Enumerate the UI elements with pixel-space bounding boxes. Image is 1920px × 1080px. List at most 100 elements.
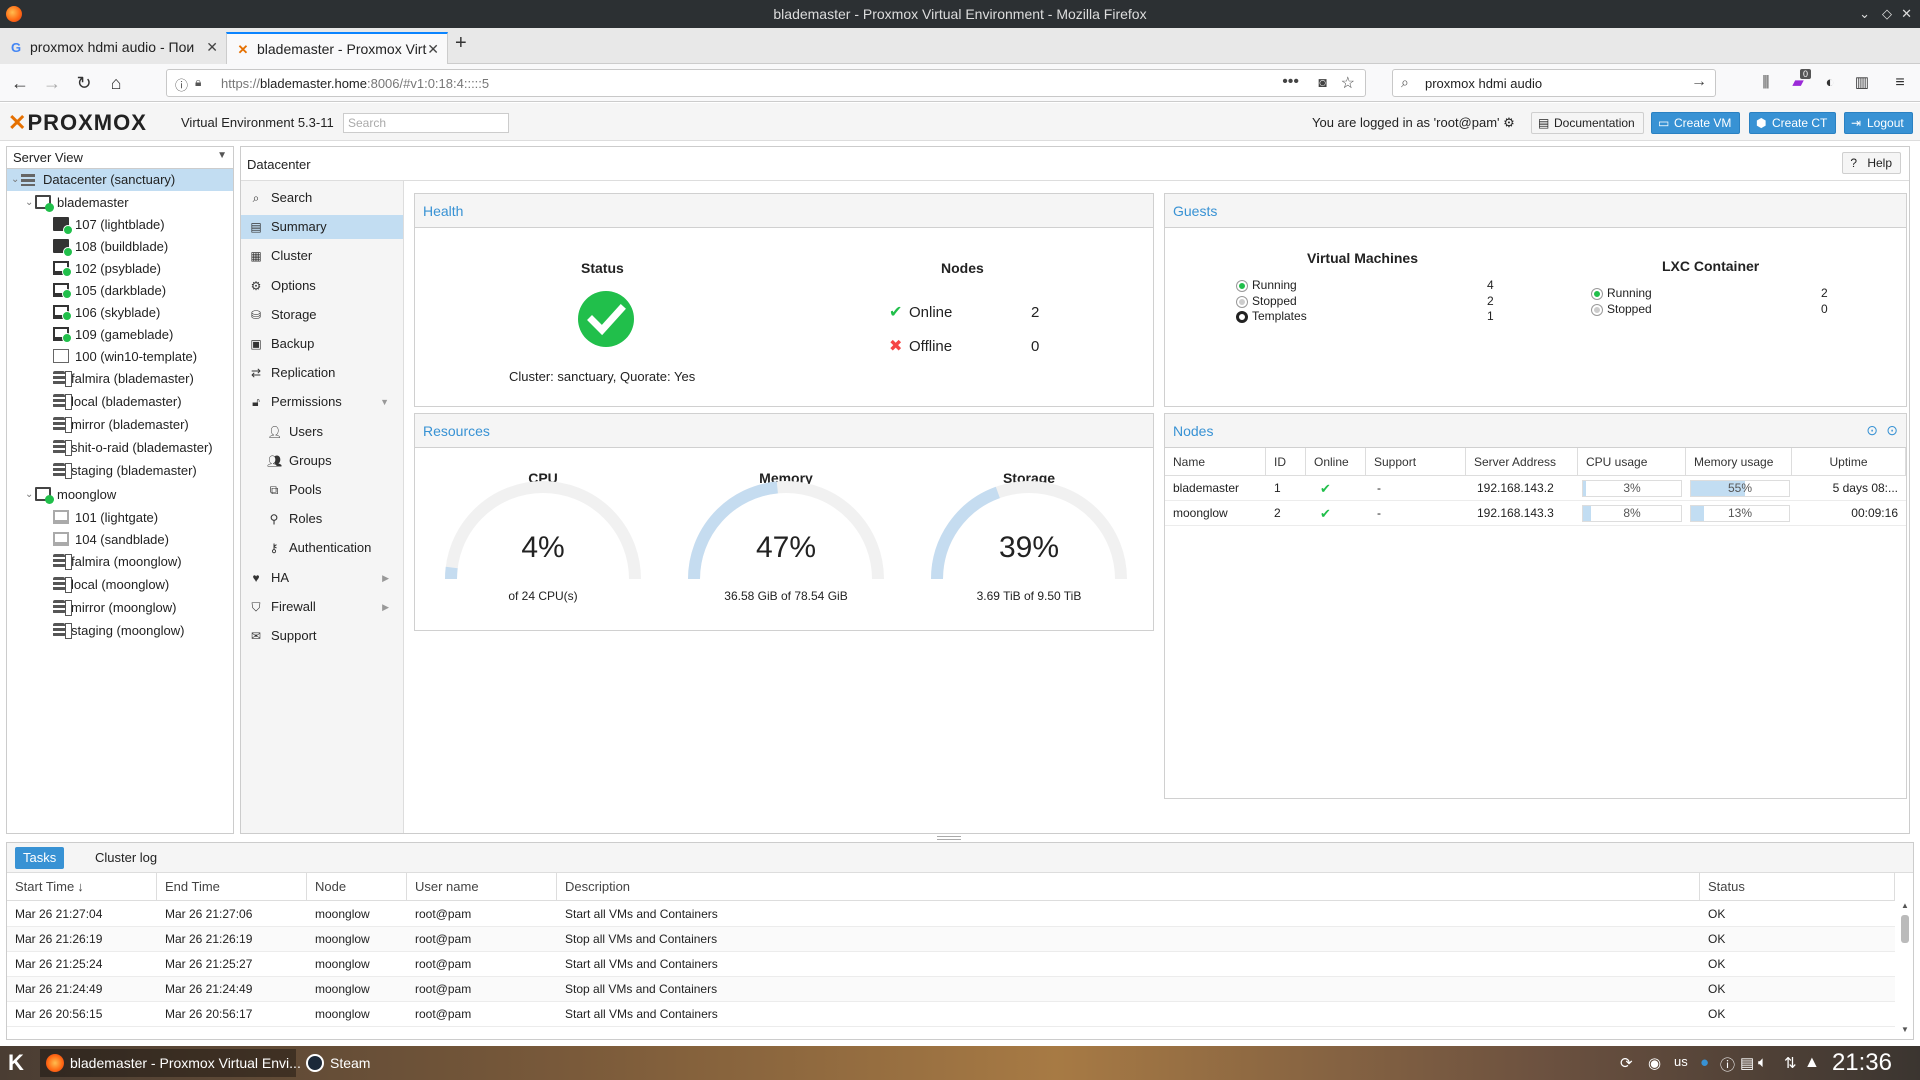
collapse-up-icon[interactable]: ⊙: [1866, 422, 1878, 439]
collapse-down-icon[interactable]: ⊙: [1886, 422, 1898, 439]
tree-item[interactable]: falmira (moonglow): [7, 551, 233, 573]
tasks-col-user-name[interactable]: User name: [407, 873, 557, 901]
create-vm-button[interactable]: ▭ Create VM: [1651, 112, 1741, 134]
reload-icon[interactable]: ↻: [72, 71, 96, 95]
task-row[interactable]: Mar 26 21:24:49 Mar 26 21:24:49 moonglow ro…: [7, 977, 1895, 1002]
tree-item[interactable]: 100 (win10-template): [7, 346, 233, 368]
scroll-thumb[interactable]: [1901, 915, 1909, 943]
menu-item-groups[interactable]: 👥︎ Groups: [241, 449, 403, 473]
task-row[interactable]: Mar 26 21:26:19 Mar 26 21:26:19 moonglow ro…: [7, 927, 1895, 952]
user-gear-icon[interactable]: ⚙: [1503, 115, 1515, 130]
extension-icon[interactable]: ◐: [1818, 71, 1842, 95]
minimize-icon[interactable]: ⌄: [1859, 0, 1870, 28]
logout-button[interactable]: ⇥ Logout: [1844, 112, 1913, 134]
pve-search-input[interactable]: Search: [343, 113, 509, 133]
tasks-col-start-time[interactable]: Start Time ↓: [7, 873, 157, 901]
menu-item-permissions[interactable]: 🔓︎ Permissions ▼: [241, 390, 403, 414]
maximize-icon[interactable]: ◇: [1882, 0, 1892, 28]
tree-item[interactable]: local (moonglow): [7, 574, 233, 596]
tab-tasks[interactable]: Tasks: [15, 847, 65, 869]
home-icon[interactable]: ⌂: [104, 71, 128, 95]
tree-item[interactable]: staging (blademaster): [7, 460, 233, 482]
view-selector[interactable]: Server View ▼: [7, 147, 233, 169]
menu-item-roles[interactable]: ⚲ Roles: [241, 507, 403, 531]
expander-icon[interactable]: ⌄: [25, 484, 33, 506]
expander-icon[interactable]: ⌄: [25, 192, 33, 214]
menu-item-options[interactable]: ⚙ Options: [241, 274, 403, 298]
tree-item[interactable]: 106 (skyblade): [7, 302, 233, 324]
menu-item-search[interactable]: ⌕ Search: [241, 186, 403, 210]
bookmark-star-icon[interactable]: ☆: [1341, 73, 1355, 93]
tree-item[interactable]: ⌄ blademaster: [7, 192, 233, 214]
menu-item-replication[interactable]: ⇄ Replication: [241, 361, 403, 385]
menu-item-users[interactable]: 👤︎ Users: [241, 420, 403, 444]
tasks-col-node[interactable]: Node: [307, 873, 407, 901]
menu-item-firewall[interactable]: ⛉ Firewall ▶: [241, 595, 403, 619]
tree-item[interactable]: 101 (lightgate): [7, 507, 233, 529]
sidebar-toggle-icon[interactable]: ▥: [1850, 71, 1874, 95]
tree-item[interactable]: 102 (psyblade): [7, 258, 233, 280]
nodes-col-uptime[interactable]: Uptime: [1792, 448, 1906, 476]
nodes-col-online[interactable]: Online: [1306, 448, 1366, 476]
tree-item[interactable]: ⌄ Datacenter (sanctuary): [7, 169, 233, 191]
tree-item[interactable]: mirror (blademaster): [7, 414, 233, 436]
node-row[interactable]: moonglow 2 ✔ - 192.168.143.3 8% 13% 00:09:16: [1165, 501, 1906, 526]
tasks-col-end-time[interactable]: End Time: [157, 873, 307, 901]
new-tab-icon[interactable]: +: [455, 32, 467, 55]
browser-tab-proxmox[interactable]: ✕ blademaster - Proxmox Virt ✕: [226, 32, 448, 64]
browser-tab-search[interactable]: G proxmox hdmi audio - Пои ✕: [0, 32, 226, 64]
taskbar-steam[interactable]: Steam: [300, 1049, 410, 1077]
nodes-col-id[interactable]: ID: [1266, 448, 1306, 476]
tab-close-icon[interactable]: ✕: [427, 34, 439, 64]
menu-item-cluster[interactable]: ▦ Cluster: [241, 244, 403, 268]
nodes-col-server-address[interactable]: Server Address: [1466, 448, 1578, 476]
menu-item-backup[interactable]: ▣ Backup: [241, 332, 403, 356]
menu-item-storage[interactable]: ⛁ Storage: [241, 303, 403, 327]
node-row[interactable]: blademaster 1 ✔ - 192.168.143.2 3% 55% 5 days 0…: [1165, 476, 1906, 501]
tree-item[interactable]: 108 (buildblade): [7, 236, 233, 258]
tree-item[interactable]: 109 (gameblade): [7, 324, 233, 346]
task-row[interactable]: Mar 26 21:25:24 Mar 26 21:25:27 moonglow ro…: [7, 952, 1895, 977]
tree-item[interactable]: 107 (lightblade): [7, 214, 233, 236]
menu-item-ha[interactable]: ♥ HA ▶: [241, 566, 403, 590]
tree-item[interactable]: 105 (darkblade): [7, 280, 233, 302]
bluetooth-icon[interactable]: ●: [1700, 1054, 1709, 1071]
scroll-up-icon[interactable]: ▲: [1901, 901, 1909, 910]
tree-item[interactable]: 104 (sandblade): [7, 529, 233, 551]
go-arrow-icon[interactable]: →: [1691, 73, 1707, 91]
kde-launcher-icon[interactable]: K: [8, 1050, 24, 1076]
arrow-up-icon[interactable]: ▲: [1804, 1054, 1820, 1072]
info-tray-icon[interactable]: ⓘ: [1720, 1054, 1735, 1075]
sort-desc-icon[interactable]: ↓: [77, 879, 84, 894]
menu-item-pools[interactable]: ⧉ Pools: [241, 478, 403, 502]
tab-cluster-log[interactable]: Cluster log: [87, 847, 165, 869]
expander-icon[interactable]: ⌄: [11, 169, 19, 191]
documentation-button[interactable]: ▤ Documentation: [1531, 112, 1644, 134]
hamburger-menu-icon[interactable]: ≡: [1888, 71, 1912, 95]
menu-item-summary[interactable]: ▤ Summary: [241, 215, 403, 240]
splitter-handle[interactable]: [937, 836, 961, 840]
tree-item[interactable]: staging (moonglow): [7, 620, 233, 642]
web-search-field[interactable]: ⌕ proxmox hdmi audio →: [1392, 69, 1716, 97]
task-scrollbar[interactable]: ▲ ▼: [1899, 901, 1911, 1039]
pocket-icon[interactable]: ◙: [1319, 74, 1327, 90]
create-ct-button[interactable]: ⬢ Create CT: [1749, 112, 1837, 134]
close-icon[interactable]: ✕: [1901, 0, 1912, 28]
taskbar-firefox[interactable]: blademaster - Proxmox Virtual Envi...: [40, 1049, 301, 1077]
tree-item[interactable]: falmira (blademaster): [7, 368, 233, 390]
menu-item-support[interactable]: ✉ Support: [241, 624, 403, 648]
keyboard-layout[interactable]: us: [1674, 1054, 1688, 1069]
tab-close-icon[interactable]: ✕: [206, 32, 218, 62]
network-icon[interactable]: ⇅: [1784, 1054, 1797, 1072]
nodes-col-support[interactable]: Support: [1366, 448, 1466, 476]
tree-item[interactable]: shit-o-raid (blademaster): [7, 437, 233, 459]
page-actions-icon[interactable]: •••: [1282, 73, 1299, 91]
nodes-col-name[interactable]: Name: [1165, 448, 1266, 476]
steam-tray-icon[interactable]: ◉: [1648, 1054, 1661, 1072]
info-icon[interactable]: ⓘ: [175, 75, 188, 94]
url-bar[interactable]: ⓘ 🔒︎ https://blademaster.home:8006/#v1:0…: [166, 69, 1366, 97]
forward-icon[interactable]: →: [40, 71, 64, 95]
sync-icon[interactable]: ⟳: [1620, 1054, 1633, 1072]
help-button[interactable]: ? Help: [1842, 152, 1901, 174]
tree-item[interactable]: mirror (moonglow): [7, 597, 233, 619]
